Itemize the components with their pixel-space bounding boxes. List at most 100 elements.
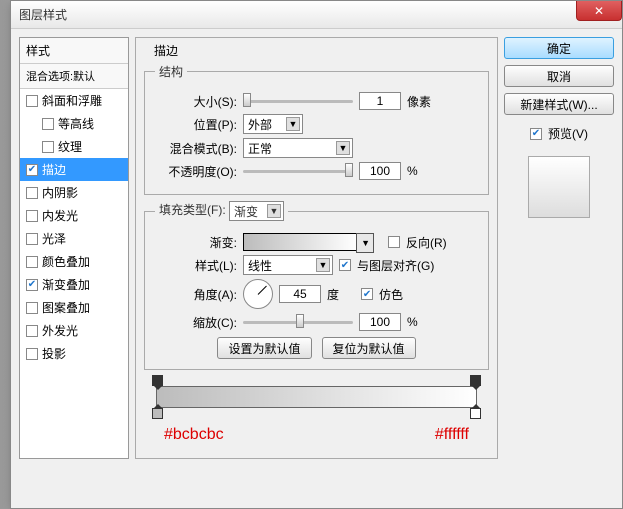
style-item-9[interactable]: 图案叠加 <box>20 296 128 319</box>
gradient-label: 渐变: <box>155 234 237 251</box>
style-checkbox[interactable] <box>26 164 38 176</box>
close-button[interactable]: ✕ <box>576 1 622 21</box>
dialog-title: 图层样式 <box>19 6 67 23</box>
preview-checkbox[interactable] <box>530 128 542 140</box>
chevron-down-icon: ▼ <box>286 117 300 131</box>
opacity-label: 不透明度(O): <box>155 163 237 180</box>
style-item-8[interactable]: 渐变叠加 <box>20 273 128 296</box>
style-item-2[interactable]: 纹理 <box>20 135 128 158</box>
gradient-editor[interactable]: #bcbcbc #ffffff <box>144 378 489 448</box>
size-input[interactable]: 1 <box>359 92 401 110</box>
style-item-4[interactable]: 内阴影 <box>20 181 128 204</box>
style-item-label: 内发光 <box>42 207 78 224</box>
gradient-picker[interactable]: ▼ <box>243 233 358 251</box>
chevron-down-icon: ▼ <box>267 204 281 218</box>
close-icon: ✕ <box>594 4 604 18</box>
hex-right-label: #ffffff <box>435 426 469 444</box>
fill-type-label: 填充类型(F): <box>159 203 226 217</box>
style-item-10[interactable]: 外发光 <box>20 319 128 342</box>
blend-mode-label: 混合模式(B): <box>155 140 237 157</box>
chevron-down-icon: ▼ <box>336 141 350 155</box>
style-checkbox[interactable] <box>26 256 38 268</box>
style-checkbox[interactable] <box>26 348 38 360</box>
style-item-7[interactable]: 颜色叠加 <box>20 250 128 273</box>
gradient-bar[interactable] <box>156 386 477 408</box>
size-unit: 像素 <box>407 93 431 110</box>
style-item-label: 渐变叠加 <box>42 276 90 293</box>
chevron-down-icon: ▼ <box>361 238 370 248</box>
reverse-label: 反向(R) <box>406 234 447 251</box>
dither-checkbox[interactable] <box>361 288 373 300</box>
styles-panel: 样式 混合选项:默认 斜面和浮雕等高线纹理描边内阴影内发光光泽颜色叠加渐变叠加图… <box>19 37 129 459</box>
style-item-label: 外发光 <box>42 322 78 339</box>
scale-label: 缩放(C): <box>155 314 237 331</box>
opacity-input[interactable]: 100 <box>359 162 401 180</box>
style-item-label: 内阴影 <box>42 184 78 201</box>
chevron-down-icon: ▼ <box>316 258 330 272</box>
reverse-checkbox[interactable] <box>388 236 400 248</box>
size-slider[interactable] <box>243 93 353 109</box>
style-item-label: 描边 <box>42 161 66 178</box>
stroke-legend: 描边 <box>150 42 182 59</box>
angle-dial[interactable] <box>243 279 273 309</box>
style-checkbox[interactable] <box>26 95 38 107</box>
fill-group: 填充类型(F): 渐变▼ 渐变: ▼ 反向(R) 样式(L): 线性▼ <box>144 201 489 370</box>
angle-unit: 度 <box>327 286 339 303</box>
structure-group: 结构 大小(S): 1 像素 位置(P): 外部▼ 混合模式(B): 正常▼ <box>144 63 489 195</box>
style-checkbox[interactable] <box>42 118 54 130</box>
ok-button[interactable]: 确定 <box>504 37 614 59</box>
opacity-stop-right[interactable] <box>470 375 481 386</box>
position-select[interactable]: 外部▼ <box>243 114 303 134</box>
style-item-3[interactable]: 描边 <box>20 158 128 181</box>
scale-input[interactable]: 100 <box>359 313 401 331</box>
titlebar[interactable]: 图层样式 ✕ <box>11 1 622 29</box>
opacity-stop-left[interactable] <box>152 375 163 386</box>
style-item-label: 等高线 <box>58 115 94 132</box>
style-item-label: 投影 <box>42 345 66 362</box>
structure-legend: 结构 <box>155 63 187 80</box>
scale-slider[interactable] <box>243 314 353 330</box>
style-checkbox[interactable] <box>26 187 38 199</box>
style-checkbox[interactable] <box>26 302 38 314</box>
new-style-button[interactable]: 新建样式(W)... <box>504 93 614 115</box>
style-item-11[interactable]: 投影 <box>20 342 128 365</box>
style-checkbox[interactable] <box>26 233 38 245</box>
style-checkbox[interactable] <box>26 210 38 222</box>
main-panel: 描边 结构 大小(S): 1 像素 位置(P): 外部▼ 混合模式(B): <box>135 37 498 459</box>
set-default-button[interactable]: 设置为默认值 <box>217 337 311 359</box>
style-checkbox[interactable] <box>42 141 54 153</box>
style-item-5[interactable]: 内发光 <box>20 204 128 227</box>
reset-default-button[interactable]: 复位为默认值 <box>322 337 416 359</box>
opacity-unit: % <box>407 164 418 178</box>
color-stop-right[interactable] <box>470 408 481 419</box>
hex-left-label: #bcbcbc <box>164 426 224 444</box>
cancel-button[interactable]: 取消 <box>504 65 614 87</box>
style-item-label: 颜色叠加 <box>42 253 90 270</box>
dither-label: 仿色 <box>379 286 403 303</box>
layer-style-dialog: 图层样式 ✕ 样式 混合选项:默认 斜面和浮雕等高线纹理描边内阴影内发光光泽颜色… <box>10 0 623 509</box>
blend-mode-select[interactable]: 正常▼ <box>243 138 353 158</box>
align-checkbox[interactable] <box>339 259 351 271</box>
style-checkbox[interactable] <box>26 279 38 291</box>
scale-unit: % <box>407 315 418 329</box>
style-item-1[interactable]: 等高线 <box>20 112 128 135</box>
fill-type-row: 填充类型(F): 渐变▼ <box>155 201 288 221</box>
style-item-6[interactable]: 光泽 <box>20 227 128 250</box>
style-item-label: 图案叠加 <box>42 299 90 316</box>
style-item-0[interactable]: 斜面和浮雕 <box>20 89 128 112</box>
preview-label: 预览(V) <box>548 125 588 142</box>
color-stop-left[interactable] <box>152 408 163 419</box>
blend-options-default[interactable]: 混合选项:默认 <box>20 64 128 89</box>
grad-style-select[interactable]: 线性▼ <box>243 255 333 275</box>
angle-input[interactable]: 45 <box>279 285 321 303</box>
align-label: 与图层对齐(G) <box>357 257 434 274</box>
style-item-label: 斜面和浮雕 <box>42 92 102 109</box>
angle-label: 角度(A): <box>155 286 237 303</box>
opacity-slider[interactable] <box>243 163 353 179</box>
fill-type-select[interactable]: 渐变▼ <box>229 201 284 221</box>
style-checkbox[interactable] <box>26 325 38 337</box>
position-label: 位置(P): <box>155 116 237 133</box>
style-item-label: 纹理 <box>58 138 82 155</box>
grad-style-label: 样式(L): <box>155 257 237 274</box>
size-label: 大小(S): <box>155 93 237 110</box>
